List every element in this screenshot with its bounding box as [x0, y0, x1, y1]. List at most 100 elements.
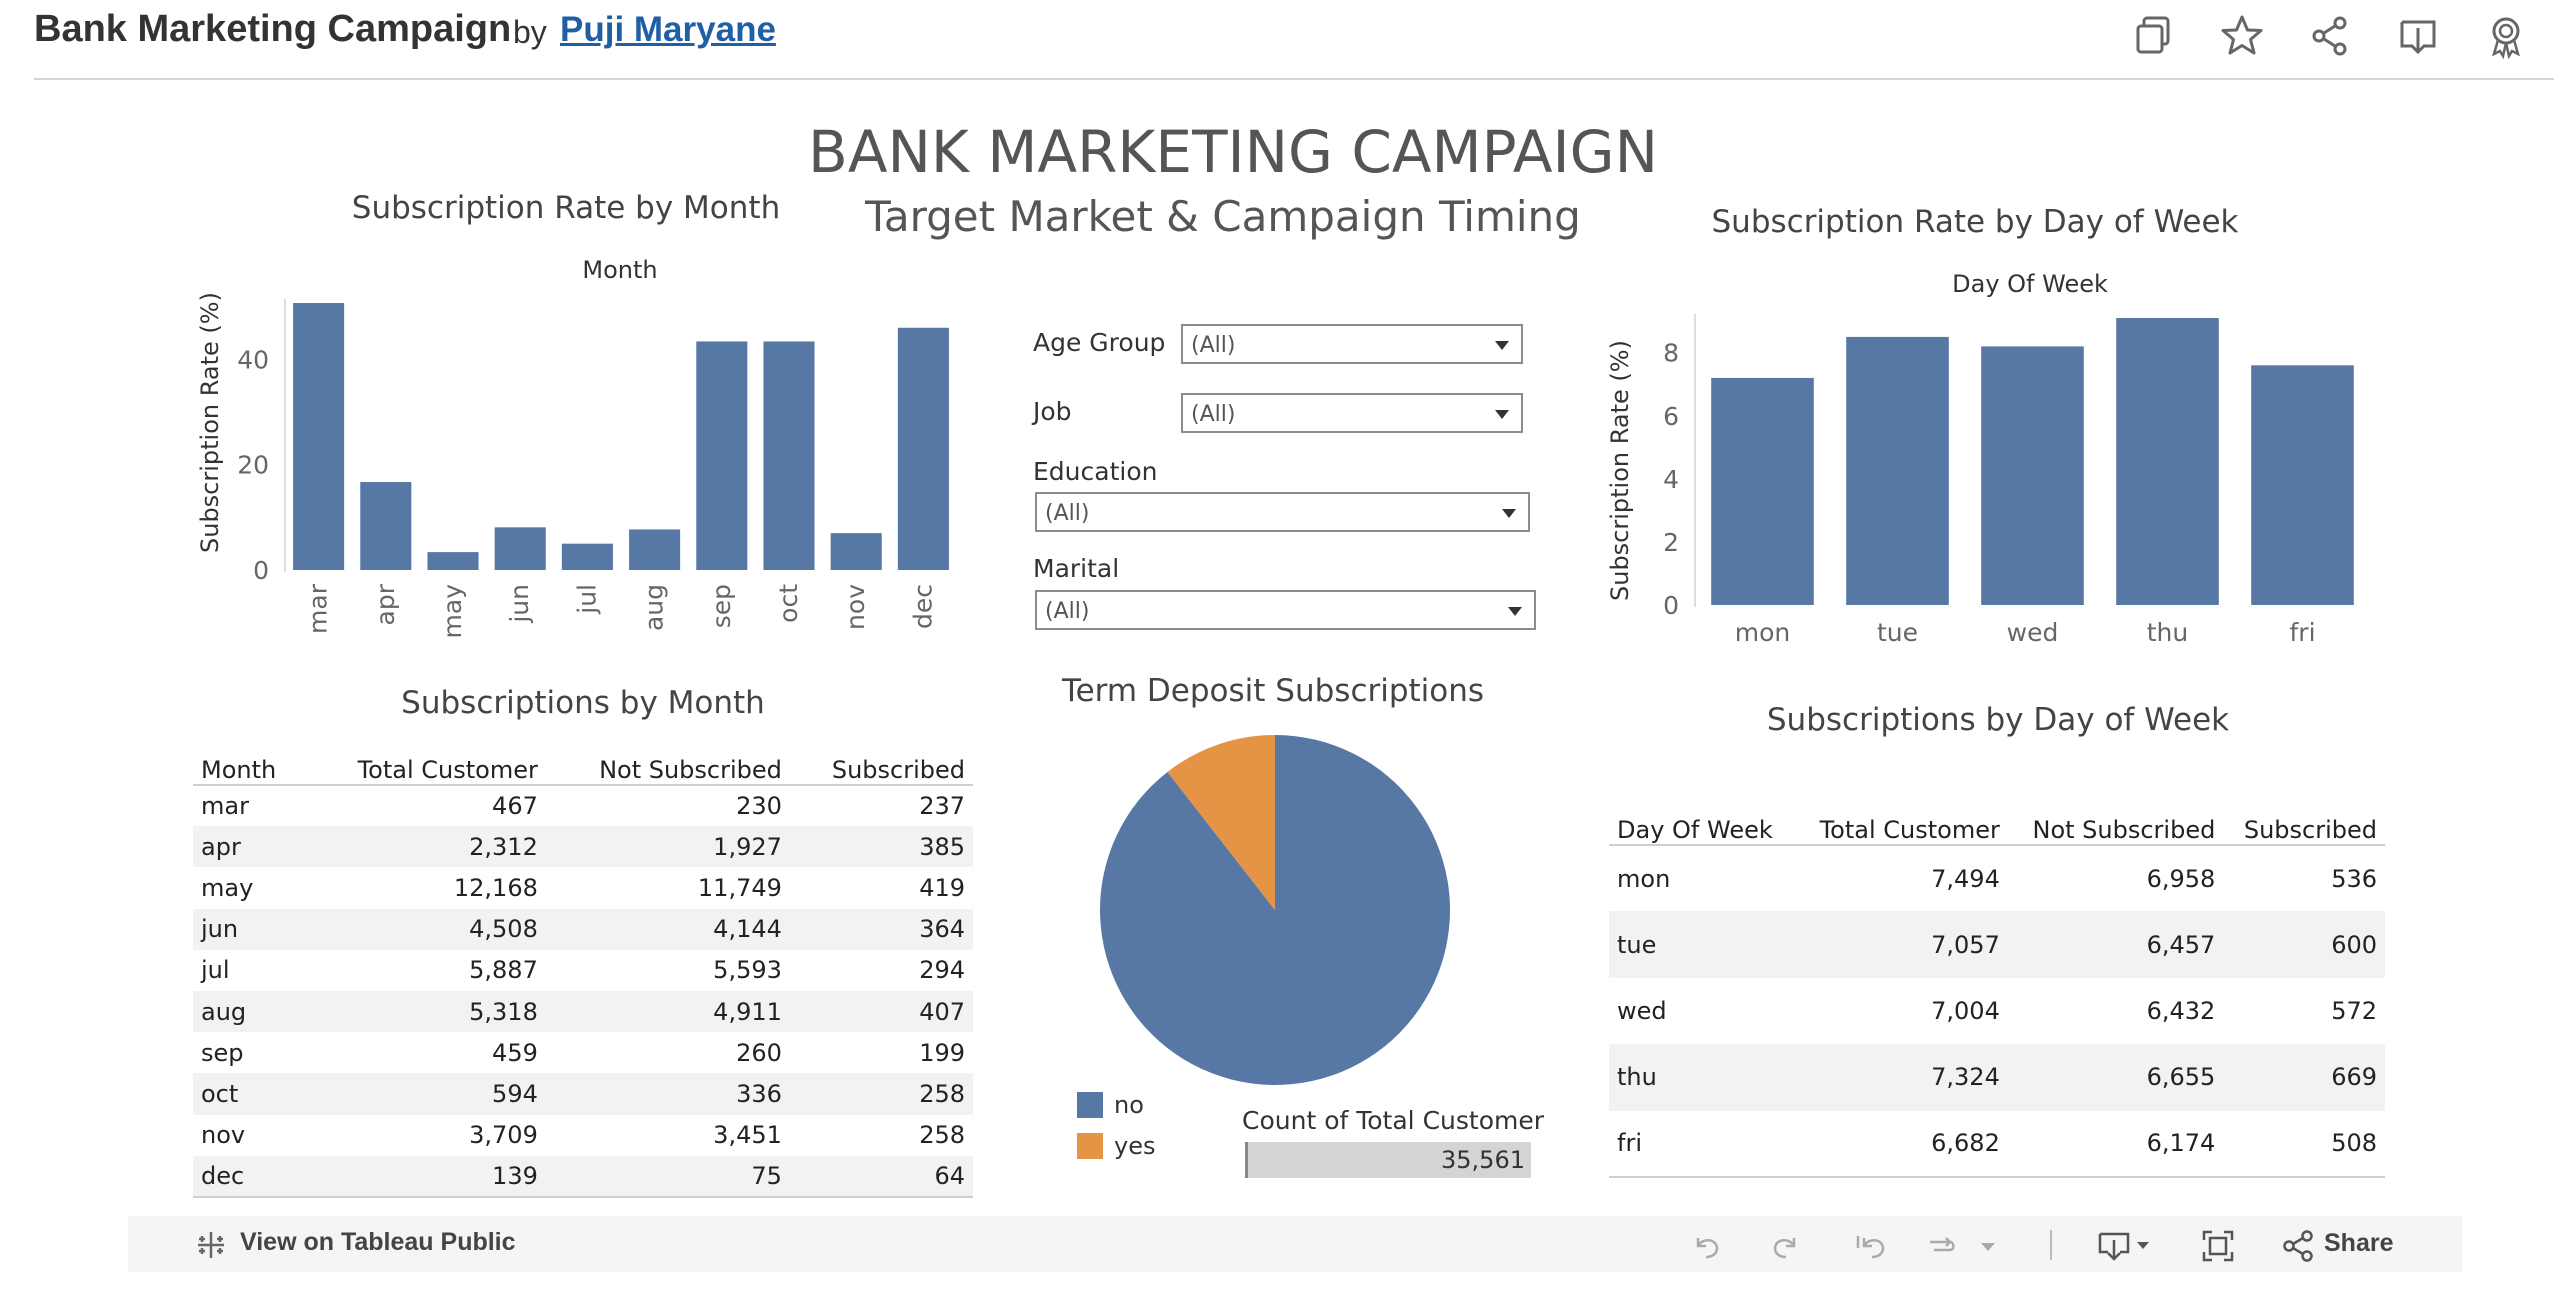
- x-tick-label: mon: [1735, 618, 1791, 647]
- table-cell: may: [201, 873, 254, 902]
- legend-label-no: no: [1114, 1091, 1144, 1119]
- bar-may[interactable]: [427, 552, 479, 570]
- table-cell: 3,709: [469, 1121, 538, 1150]
- bar-wed[interactable]: [1981, 346, 2084, 605]
- filter-job-select[interactable]: (All): [1181, 393, 1523, 433]
- column-header[interactable]: Total Customer: [1795, 805, 2008, 846]
- table-row[interactable]: tue 7,057 6,457 600: [1609, 911, 2385, 978]
- table-row[interactable]: apr 2,312 1,927 385: [193, 826, 973, 868]
- table-cell: nov: [201, 1121, 246, 1150]
- table-cell: tue: [1609, 911, 1796, 978]
- y-tick-label: 2: [1663, 528, 1679, 557]
- redo-icon[interactable]: [1768, 1228, 1804, 1264]
- table-cell: 594: [304, 1073, 546, 1115]
- table-cell: 536: [2331, 864, 2377, 893]
- table-row[interactable]: fri 6,682 6,174 508: [1609, 1110, 2385, 1178]
- table-cell: mar: [201, 792, 249, 821]
- table-cell: 6,432: [2146, 996, 2216, 1025]
- table-cell: 6,958: [2146, 864, 2216, 893]
- table-cell: 12,168: [453, 873, 538, 902]
- table-cell: 11,749: [697, 873, 782, 902]
- table-row[interactable]: mon 7,494 6,958 536: [1609, 845, 2385, 911]
- filter-marital-select[interactable]: (All): [1035, 590, 1536, 630]
- table-cell: 336: [545, 1073, 790, 1115]
- table-row[interactable]: dec 139 75 64: [193, 1155, 973, 1198]
- bar-oct[interactable]: [763, 341, 815, 570]
- table-cell: 4,911: [545, 990, 790, 1033]
- x-tick-label: sep: [707, 584, 736, 628]
- table-row[interactable]: wed 7,004 6,432 572: [1609, 978, 2385, 1044]
- table-row[interactable]: aug 5,318 4,911 407: [193, 990, 973, 1033]
- filter-job-label: Job: [1033, 397, 1072, 426]
- x-tick-label: oct: [774, 584, 803, 623]
- table-cell: 237: [919, 792, 965, 821]
- table-row[interactable]: may 12,168 11,749 419: [193, 867, 973, 908]
- table-row[interactable]: nov 3,709 3,451 258: [193, 1115, 973, 1156]
- bar-fri[interactable]: [2251, 365, 2354, 605]
- bar-mar[interactable]: [293, 303, 345, 570]
- table-cell: wed: [1617, 996, 1667, 1025]
- x-tick-label: jun: [505, 584, 534, 624]
- table-cell: 7,004: [1931, 996, 2000, 1025]
- table-header-row: Day Of Week Total Customer Not Subscribed S…: [1609, 805, 2385, 846]
- filter-education-select[interactable]: (All): [1035, 492, 1530, 532]
- table-cell: 669: [2223, 1044, 2385, 1111]
- share-button[interactable]: Share: [2324, 1229, 2393, 1258]
- x-tick-label: may: [438, 584, 467, 639]
- fullscreen-icon[interactable]: [2200, 1228, 2236, 1264]
- table-row[interactable]: thu 7,324 6,655 669: [1609, 1044, 2385, 1111]
- table-cell: mon: [1617, 864, 1671, 893]
- filter-job-value: (All): [1191, 402, 1236, 427]
- bar-jun[interactable]: [494, 527, 546, 570]
- y-tick-label: 8: [1663, 339, 1679, 368]
- table-cell: 2,312: [304, 826, 546, 868]
- bar-nov[interactable]: [830, 533, 882, 570]
- column-header[interactable]: Total Customer: [304, 745, 546, 786]
- bar-dec[interactable]: [897, 327, 949, 570]
- table-cell: 294: [919, 956, 965, 985]
- chevron-down-icon: [1495, 410, 1509, 419]
- filter-age-group-select[interactable]: (All): [1181, 324, 1523, 364]
- undo-icon[interactable]: [1688, 1228, 1724, 1264]
- x-tick-label: nov: [841, 584, 870, 630]
- table-row[interactable]: jul 5,887 5,593 294: [193, 950, 973, 991]
- table-cell: 258: [919, 1121, 965, 1150]
- bar-tue[interactable]: [1846, 336, 1949, 605]
- legend-swatch-yes: [1077, 1133, 1103, 1159]
- bar-mon[interactable]: [1711, 377, 1814, 605]
- filter-education-label: Education: [1033, 457, 1158, 486]
- month-table-title: Subscriptions by Month: [401, 685, 765, 721]
- bar-jul[interactable]: [561, 543, 613, 570]
- column-header[interactable]: Not Subscribed: [545, 745, 790, 786]
- bar-thu[interactable]: [2116, 318, 2219, 605]
- column-header[interactable]: Subscribed: [789, 745, 973, 786]
- day-rate-bar-chart: 0 2 4 6 8 mon tue wed thu fri: [1663, 314, 2354, 647]
- table-row[interactable]: jun 4,508 4,144 364: [193, 908, 973, 950]
- bar-aug[interactable]: [629, 529, 681, 570]
- y-tick-label: 4: [1663, 465, 1679, 494]
- legend-label-yes: yes: [1114, 1132, 1156, 1160]
- pie-chart-title: Term Deposit Subscriptions: [1061, 673, 1485, 709]
- column-header[interactable]: Not Subscribed: [2007, 805, 2224, 846]
- download-icon[interactable]: [2096, 1228, 2154, 1264]
- bar-apr[interactable]: [360, 482, 412, 570]
- column-header[interactable]: Subscribed: [2223, 805, 2385, 846]
- dropdown-icon[interactable]: [1978, 1228, 1998, 1264]
- table-cell: 459: [492, 1038, 538, 1067]
- view-on-tableau-public-link[interactable]: View on Tableau Public: [240, 1228, 516, 1257]
- column-header[interactable]: Month: [193, 745, 305, 786]
- table-row[interactable]: sep 459 260 199: [193, 1032, 973, 1073]
- table-row[interactable]: mar 467 230 237: [193, 785, 973, 826]
- share-icon[interactable]: [2280, 1228, 2316, 1264]
- revert-icon[interactable]: [1852, 1228, 1888, 1264]
- table-cell: 7,494: [1931, 864, 2000, 893]
- refresh-icon[interactable]: [1924, 1228, 1960, 1264]
- table-row[interactable]: oct 594 336 258: [193, 1073, 973, 1115]
- day-subscriptions-table: Day Of Week Total Customer Not Subscribed S…: [1609, 805, 2385, 1178]
- table-cell: 64: [789, 1155, 973, 1198]
- column-header[interactable]: Day Of Week: [1609, 805, 1796, 846]
- count-total-customer-label: Count of Total Customer: [1242, 1106, 1545, 1135]
- filter-marital-label: Marital: [1033, 554, 1120, 583]
- month-rate-bar-chart: 0 20 40 mar apr may jun jul aug sep oct nov dec: [237, 299, 949, 639]
- bar-sep[interactable]: [696, 341, 748, 570]
